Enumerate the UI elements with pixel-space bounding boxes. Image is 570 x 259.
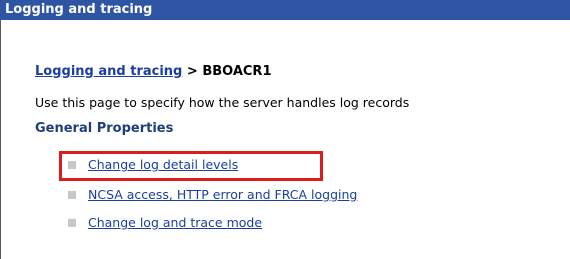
breadcrumb-current: BBOACR1 [202, 64, 272, 79]
general-properties-heading: General Properties [35, 121, 174, 136]
panel-title-bar: Logging and tracing [0, 0, 570, 20]
breadcrumb-separator: > [186, 64, 203, 79]
highlight-box [59, 151, 323, 181]
change-log-and-trace-mode-link[interactable]: Change log and trace mode [88, 215, 262, 230]
panel-left-border [0, 20, 1, 259]
ncsa-access-http-error-frca-logging-link[interactable]: NCSA access, HTTP error and FRCA logging [88, 187, 357, 202]
page-description: Use this page to specify how the server … [35, 95, 410, 110]
breadcrumb: Logging and tracing > BBOACR1 [35, 64, 272, 79]
breadcrumb-link-logging-and-tracing[interactable]: Logging and tracing [35, 64, 182, 79]
panel-title: Logging and tracing [5, 2, 153, 17]
bullet-icon [68, 219, 76, 227]
bullet-icon [68, 191, 76, 199]
logging-and-tracing-panel: Logging and tracing Logging and tracing … [0, 0, 570, 259]
